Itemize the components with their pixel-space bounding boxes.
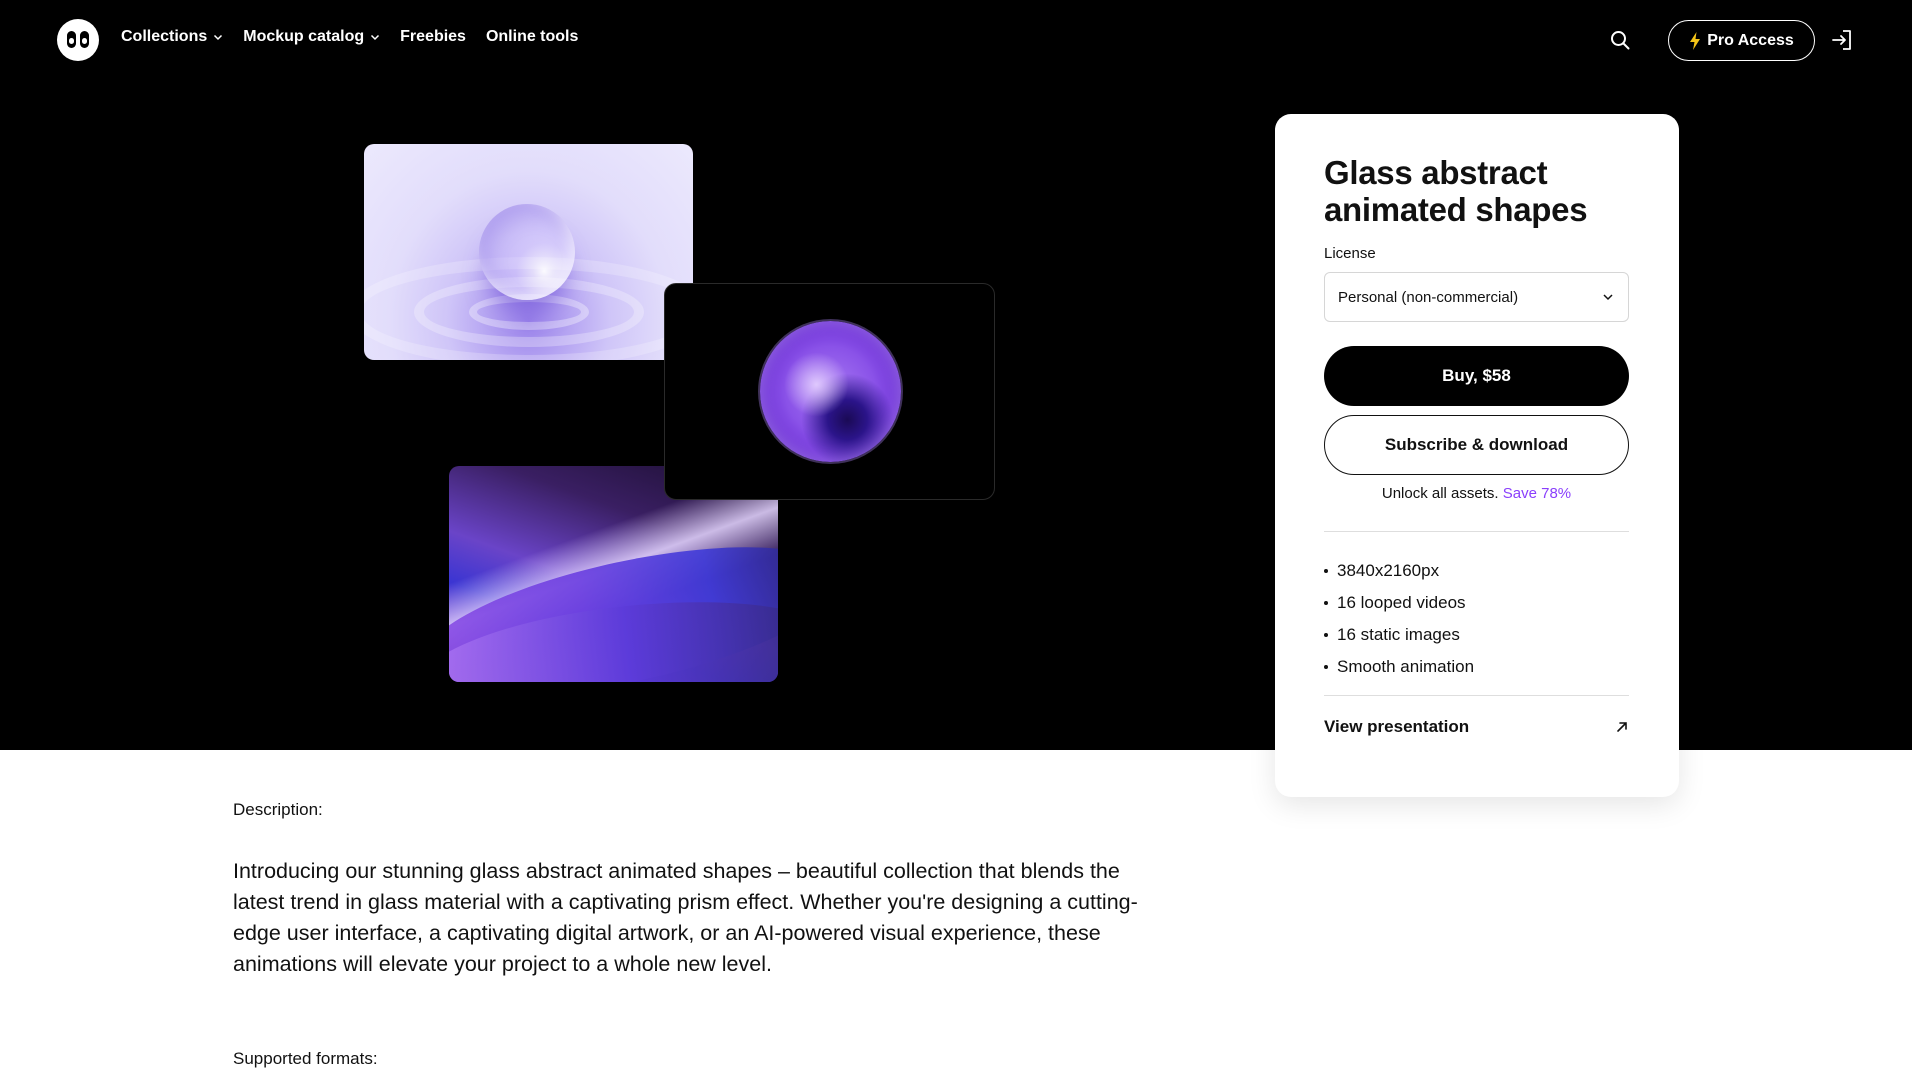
list-item: 3840x2160px [1324, 555, 1474, 587]
license-label: License [1324, 245, 1376, 262]
purple-orb-image [664, 283, 995, 500]
buy-button[interactable]: Buy, $58 [1324, 346, 1629, 406]
nav-freebies[interactable]: Freebies [400, 28, 466, 46]
save-link[interactable]: Save 78% [1503, 485, 1571, 502]
eyes-logo-icon[interactable] [57, 19, 99, 61]
nav-collections[interactable]: Collections [121, 28, 223, 46]
list-item: Smooth animation [1324, 651, 1474, 683]
product-card: Glass abstract animated shapes License P… [1275, 114, 1679, 797]
chevron-down-icon [214, 34, 223, 41]
feature-list: 3840x2160px 16 looped videos 16 static i… [1324, 555, 1474, 683]
divider [1324, 695, 1629, 696]
supported-formats-label: Supported formats: [233, 1049, 378, 1068]
chevron-down-icon [371, 34, 380, 41]
nav-online-tools[interactable]: Online tools [486, 28, 578, 46]
sign-in-icon[interactable] [1830, 28, 1854, 52]
view-presentation-link[interactable]: View presentation [1324, 712, 1629, 742]
description-label: Description: [233, 800, 323, 819]
arrow-up-right-icon [1617, 722, 1627, 732]
product-title: Glass abstract animated shapes [1324, 154, 1588, 228]
glass-sphere-ripple-image [364, 144, 693, 360]
nav-mockup-catalog[interactable]: Mockup catalog [243, 28, 380, 46]
nav-links: Collections Mockup catalog Freebies Onli… [121, 28, 578, 46]
divider [1324, 531, 1629, 532]
unlock-note: Unlock all assets. Save 78% [1381, 485, 1572, 502]
subscribe-download-button[interactable]: Subscribe & download [1324, 415, 1629, 475]
pro-access-button[interactable]: Pro Access [1668, 20, 1815, 61]
license-select[interactable]: Personal (non-commercial) [1324, 272, 1629, 322]
description-text: Introducing our stunning glass abstract … [233, 859, 1138, 976]
list-item: 16 static images [1324, 619, 1474, 651]
chevron-down-icon [1603, 294, 1613, 301]
top-navigation: Collections Mockup catalog Freebies Onli… [0, 0, 1912, 80]
list-item: 16 looped videos [1324, 587, 1474, 619]
license-value: Personal (non-commercial) [1338, 288, 1519, 306]
lightning-bolt-icon [1690, 31, 1701, 50]
search-icon[interactable] [1608, 28, 1632, 52]
